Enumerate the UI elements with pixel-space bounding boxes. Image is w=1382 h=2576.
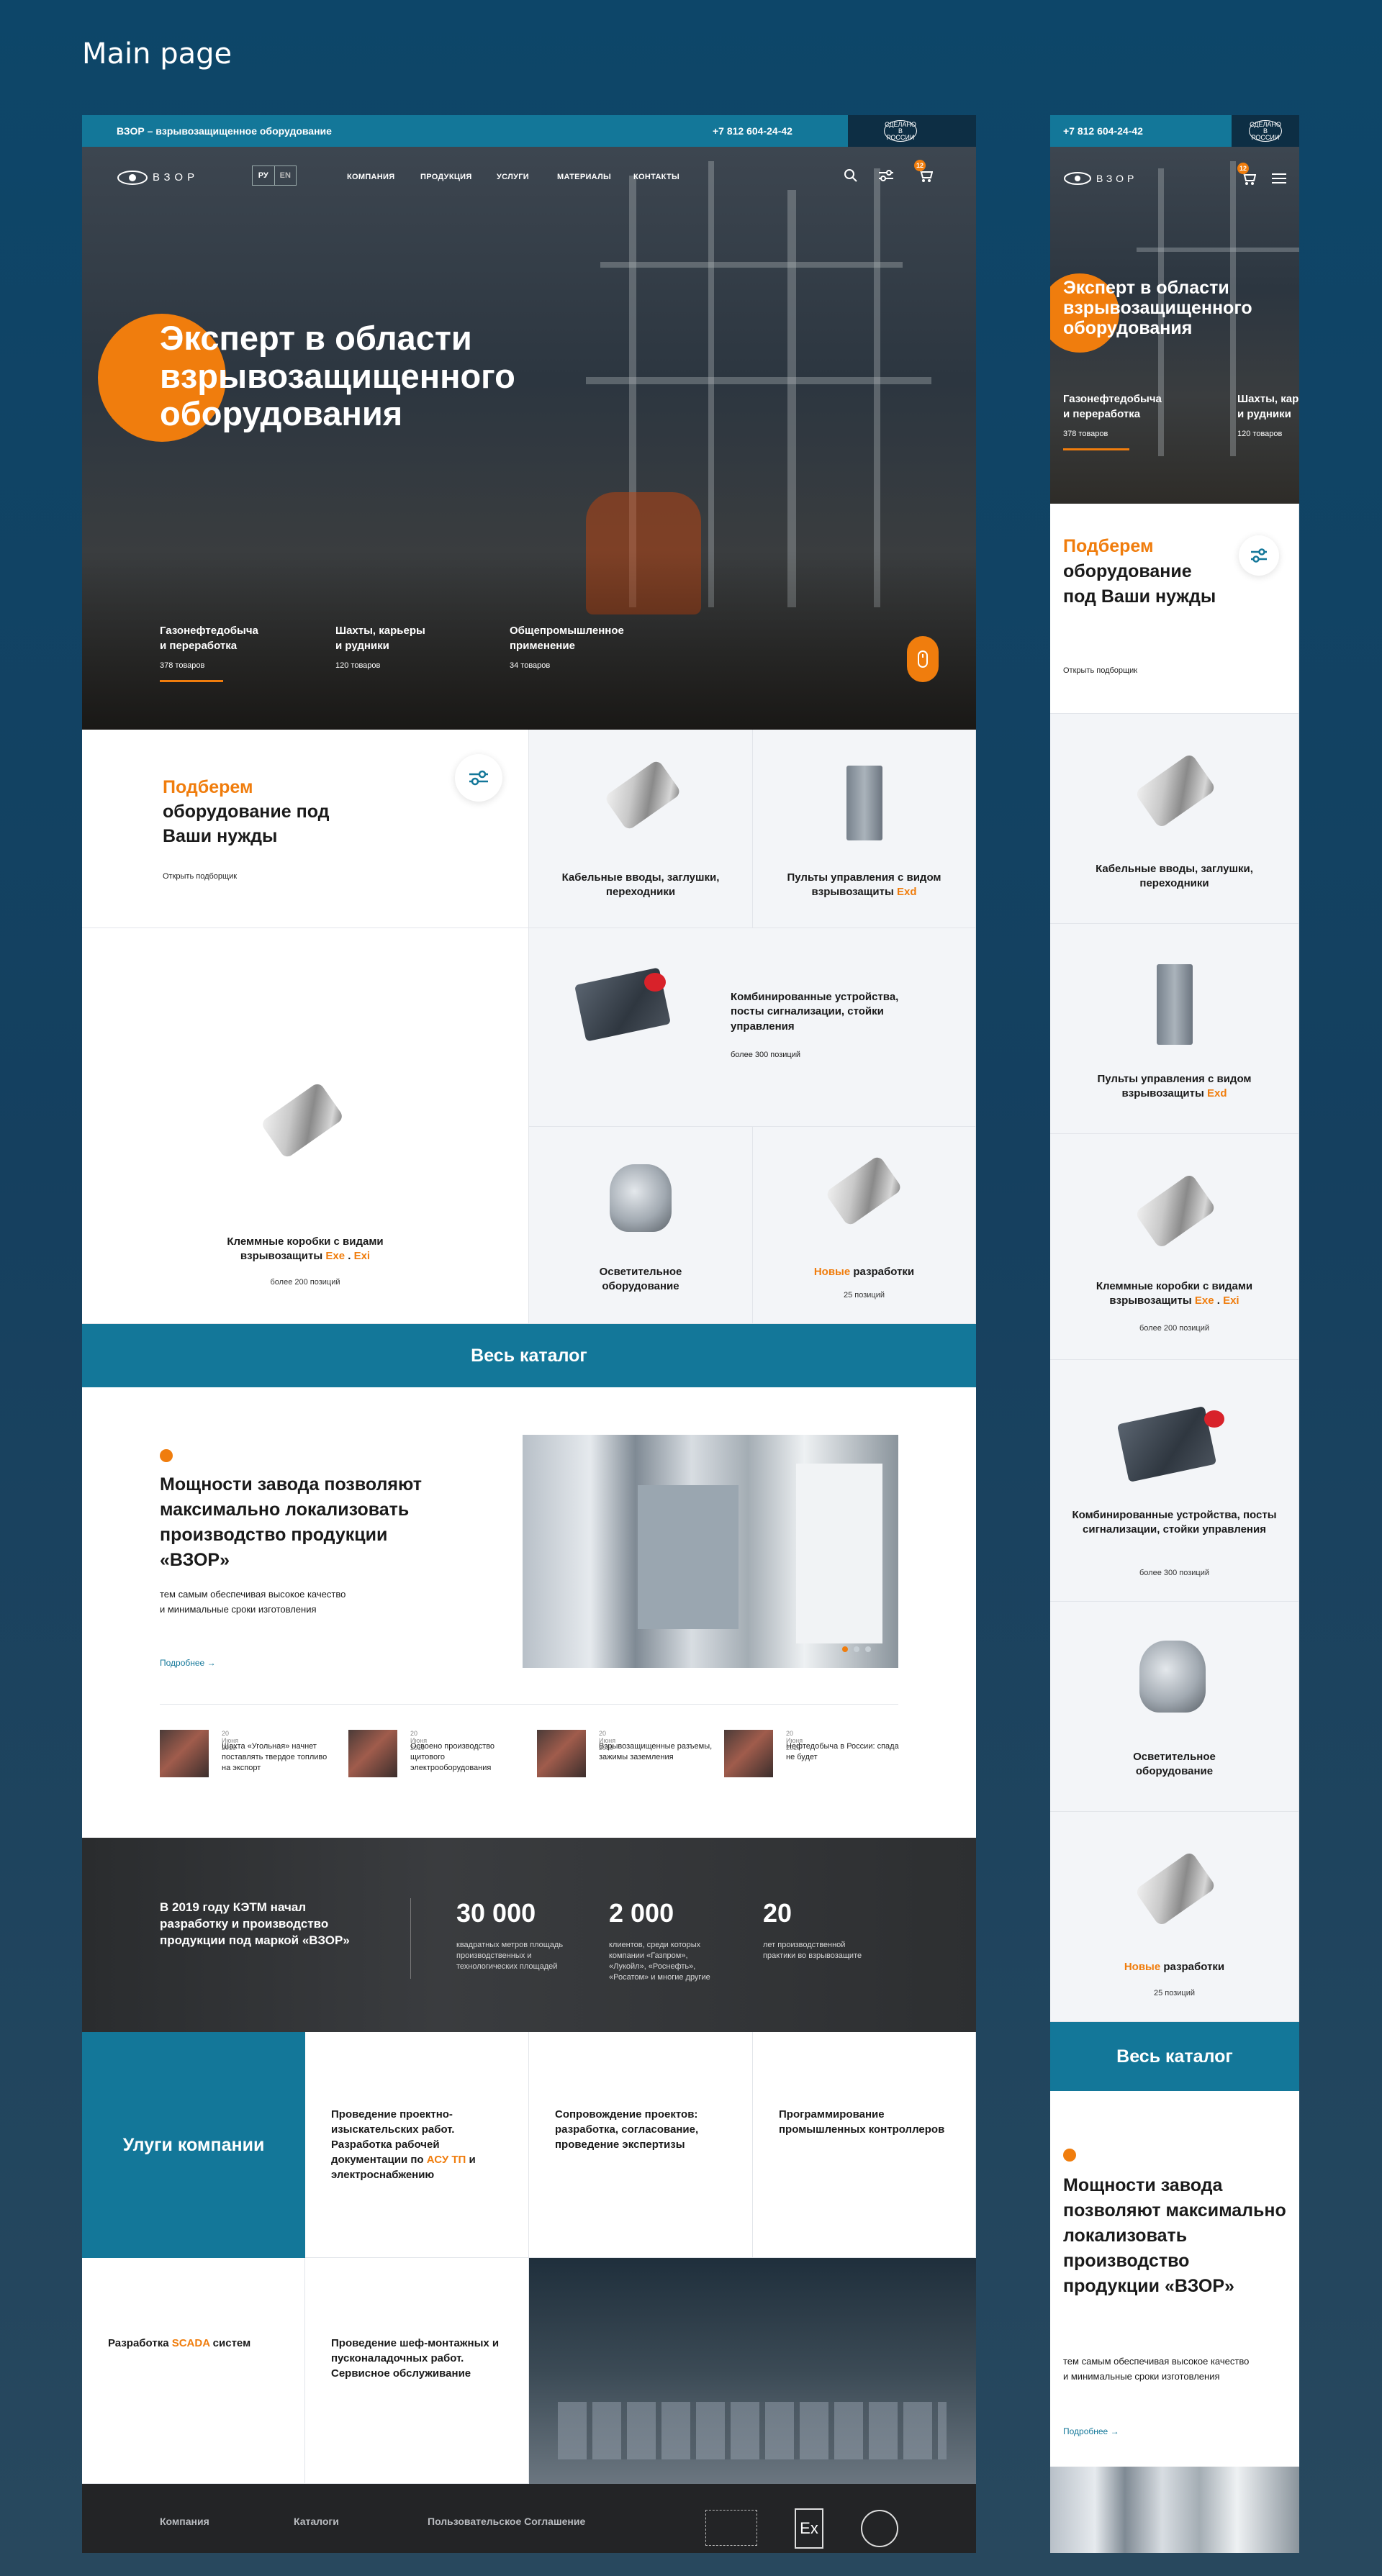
mobile-hero-category-oil-gas[interactable]: Газонефтедобыча и переработка 378 товаро… [1063,391,1162,451]
service-plc-programming[interactable]: Программирование промышленных контроллер… [753,2032,976,2258]
product-lighting[interactable]: Осветительное оборудование [529,1127,753,1324]
ex-mark-icon: Ex [795,2508,823,2549]
mobile-open-selector-link[interactable]: Открыть подборщик [1063,666,1137,675]
service-project-support[interactable]: Сопровождение проектов: разработка, согл… [529,2032,753,2258]
slider-dot-1[interactable] [842,1646,848,1652]
made-in-russia-icon [705,2510,757,2546]
footer-link-company[interactable]: Компания [160,2516,209,2527]
warehouse-image [529,2258,976,2484]
terminal-box-image [260,1081,345,1160]
mobile-factory-title: Мощности завода позволяют максимально ло… [1063,2175,1286,2296]
mobile-selector-cell: Подберем оборудование под Ваши нужды Отк… [1050,504,1299,714]
service-commissioning[interactable]: Проведение шеф-монтажных и пусконаладочн… [305,2258,529,2484]
mobile-filter-button[interactable] [1239,535,1279,576]
service-design-works[interactable]: Проведение проектно-изыскательских работ… [305,2032,529,2258]
mobile-hero-title: Эксперт в области взрывозащищенного обор… [1063,278,1252,338]
stats-section: В 2019 году КЭТМ начал разработку и прои… [82,1838,976,2032]
mobile-product-boxes[interactable]: Клеммные коробки с видами взрывозащиты Ex… [1050,1134,1299,1360]
factory-image [523,1435,898,1668]
page-title: Main page [82,37,232,71]
mobile-logo-eye-icon[interactable] [1063,171,1092,186]
filter-icon [469,770,488,786]
mobile-hero: ВЗОР 12 Эксперт в области взрывозащищенн… [1050,147,1299,504]
mobile-made-in-russia-badge: СДЕЛАНО В РОССИИ [1249,120,1282,142]
factory-title: Мощности завода позволяют максимально ло… [160,1474,422,1570]
mobile-layout: +7 812 604-24-42 СДЕЛАНО В РОССИИ ВЗОР 1… [1050,115,1299,2553]
all-catalog-button[interactable]: Весь каталог [82,1324,976,1387]
lang-en[interactable]: EN [275,166,297,185]
nav-materials[interactable]: МАТЕРИАЛЫ [557,173,611,181]
phone-link[interactable]: +7 812 604-24-42 [713,125,792,137]
nav-services[interactable]: УСЛУГИ [497,173,529,181]
mobile-logo-text[interactable]: ВЗОР [1096,173,1137,184]
filter-icon[interactable] [878,168,894,183]
hero-category-mines[interactable]: Шахты, карьеры и рудники 120 товаров [335,623,425,671]
mobile-cart-count-badge: 12 [1237,163,1249,174]
product-control-panels[interactable]: Пульты управления с видом взрывозащиты Ex… [753,730,976,928]
selector-heading: Подберем оборудование под Ваши нужды [163,777,330,846]
mobile-phone-link[interactable]: +7 812 604-24-42 [1063,125,1143,137]
mobile-factory-more-link[interactable]: Подробнее → [1063,2426,1119,2436]
cart-count-badge: 12 [914,160,926,171]
tagline: ВЗОР – взрывозащищенное оборудование [117,125,332,137]
nav-company[interactable]: КОМПАНИЯ [347,173,394,181]
hero-category-industrial[interactable]: Общепромышленное применение 34 товаров [510,623,624,671]
desktop-layout: ВЗОР – взрывозащищенное оборудование +7 … [82,115,976,2553]
certificate-seal-icon [861,2510,898,2547]
services-title: Улуги компании [82,2032,305,2258]
cable-gland-image [603,758,682,832]
product-combined-devices[interactable]: Комбинированные устройства, посты сигнал… [529,928,976,1127]
mobile-factory-image [1050,2467,1299,2553]
mobile-factory-text: тем самым обеспечивая высокое качество и… [1063,2356,1250,2382]
footer: Компания Каталоги Пользовательское Согла… [82,2484,976,2553]
footer-link-terms[interactable]: Пользовательское Соглашение [428,2516,585,2527]
new-product-image [824,1154,903,1228]
control-panel-image [846,766,882,840]
made-in-russia-bar: СДЕЛАНО В РОССИИ [848,115,976,147]
language-switcher: РУ EN [252,165,297,186]
hero-title: Эксперт в области взрывозащищенного обор… [160,319,515,433]
product-cable-glands[interactable]: Кабельные вводы, заглушки, переходники [529,730,753,928]
filter-icon [1251,548,1267,563]
mouse-icon [918,650,928,668]
factory-more-link[interactable]: Подробнее → [160,1658,216,1668]
mobile-product-lighting[interactable]: Осветительное оборудование [1050,1602,1299,1812]
product-terminal-boxes[interactable]: Клеммные коробки с видами взрывозащиты Ex… [82,928,529,1324]
logo-text[interactable]: ВЗОР [153,171,199,183]
nav-contacts[interactable]: КОНТАКТЫ [633,173,679,181]
slider-dot-2[interactable] [854,1646,859,1652]
service-scada[interactable]: Разработка SCADA систем [82,2258,305,2484]
mobile-badge-bar: СДЕЛАНО В РОССИИ [1232,115,1299,147]
mobile-product-panels[interactable]: Пульты управления с видом взрывозащиты Ex… [1050,924,1299,1134]
hero: ВЗОР РУ EN КОМПАНИЯ ПРОДУКЦИЯ УСЛУГИ МАТ… [82,147,976,730]
menu-icon[interactable] [1272,173,1286,184]
logo-eye-icon[interactable] [117,170,148,186]
hero-category-oil-gas[interactable]: Газонефтедобыча и переработка 378 товаро… [160,623,258,683]
top-bar: ВЗОР – взрывозащищенное оборудование +7 … [82,115,848,147]
made-in-russia-badge: СДЕЛАНО В РОССИИ [884,120,917,142]
nav-products[interactable]: ПРОДУКЦИЯ [420,173,472,181]
selector-filter-button[interactable] [455,754,502,802]
selector-cell: Подберем оборудование под Ваши нужды Отк… [82,730,529,928]
product-new-developments[interactable]: Новые разработки 25 позиций [753,1127,976,1324]
mobile-product-combined[interactable]: Комбинированные устройства, посты сигнал… [1050,1360,1299,1602]
mobile-top-bar: +7 812 604-24-42 [1050,115,1232,147]
factory-text: тем самым обеспечивая высокое качество и… [160,1589,346,1615]
search-icon[interactable] [844,168,858,183]
footer-link-catalogs[interactable]: Каталоги [294,2516,339,2527]
mobile-hero-category-mines[interactable]: Шахты, карьеры и рудники 120 товаров [1237,391,1299,440]
open-selector-link[interactable]: Открыть подборщик [163,872,237,881]
lang-ru[interactable]: РУ [253,166,275,185]
slider-dot-3[interactable] [865,1646,871,1652]
mobile-product-new[interactable]: Новые разработки 25 позиций [1050,1812,1299,2022]
mobile-all-catalog-button[interactable]: Весь каталог [1050,2022,1299,2091]
lamp-image [610,1164,672,1232]
scroll-down-button[interactable] [907,636,939,682]
mobile-product-cable[interactable]: Кабельные вводы, заглушки, переходники [1050,714,1299,924]
